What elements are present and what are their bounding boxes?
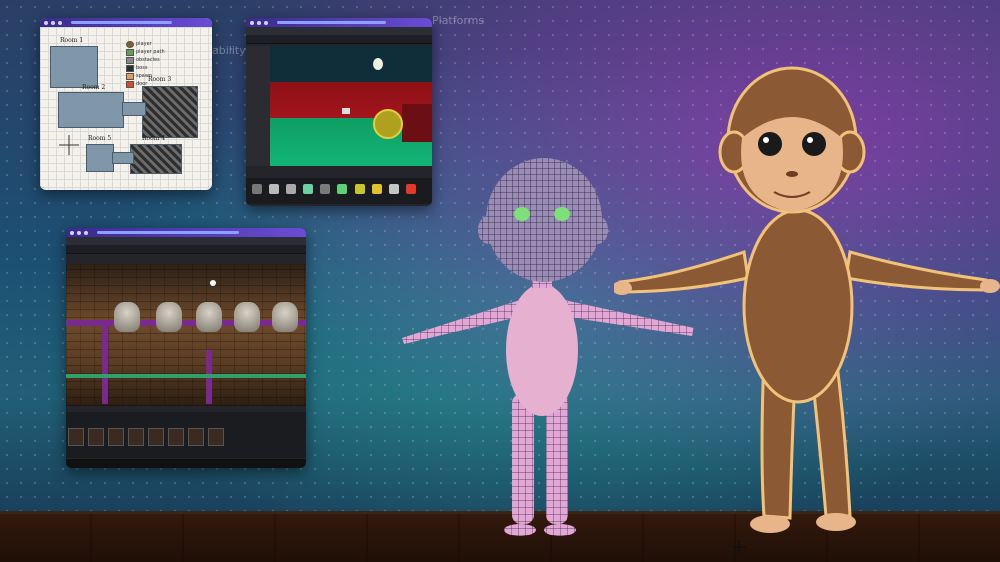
strip-header — [66, 412, 306, 424]
clip-thumb[interactable] — [128, 428, 144, 446]
bg-label-platforms: Platforms — [432, 14, 485, 27]
window-titlebar — [66, 228, 306, 237]
map-room-1-label: Room 1 — [60, 37, 84, 44]
map-room-5-label: Room 5 — [88, 135, 112, 142]
clip-thumb[interactable] — [148, 428, 164, 446]
legend-item: spawn — [126, 72, 208, 80]
compass-icon — [59, 135, 79, 155]
legend-swatch — [126, 56, 134, 64]
clip-thumb[interactable] — [108, 428, 124, 446]
scene-contents — [342, 58, 432, 142]
map-corridor-2 — [112, 152, 134, 164]
hierarchy-panel[interactable] — [246, 46, 270, 166]
stone-head — [196, 302, 222, 332]
legend-swatch — [126, 48, 134, 56]
legend-swatch — [126, 64, 134, 72]
crosshair-icon — [732, 540, 746, 554]
scene-viewport[interactable] — [66, 264, 306, 406]
map-corridor — [122, 102, 146, 116]
asset-thumb[interactable] — [303, 184, 314, 194]
asset-thumb[interactable] — [286, 184, 297, 194]
scene-viewport[interactable] — [270, 46, 432, 166]
window-titlebar — [246, 18, 432, 27]
green-shelf — [66, 374, 306, 378]
map-room-4 — [130, 144, 182, 174]
textured-monkey — [614, 66, 1000, 533]
legend-item: obstacles — [126, 56, 208, 64]
legend-swatch — [126, 40, 134, 48]
map-legend: player player path obstacles boss spawn … — [126, 40, 208, 88]
clip-thumb[interactable] — [188, 428, 204, 446]
beam-post — [102, 326, 108, 404]
editor-toolbar[interactable] — [246, 35, 432, 44]
map-room-5 — [86, 144, 114, 172]
clip-thumb[interactable] — [88, 428, 104, 446]
asset-thumb[interactable] — [269, 184, 280, 194]
editor-window-heads — [66, 228, 306, 468]
map-room-2 — [58, 92, 124, 128]
map-room-3 — [142, 86, 198, 138]
clip-thumb[interactable] — [168, 428, 184, 446]
legend-label: player path — [136, 49, 165, 55]
editor-statusbar — [66, 459, 306, 468]
legend-item: door — [126, 80, 208, 88]
editor-toolbar[interactable] — [66, 245, 306, 254]
legend-label: door — [136, 81, 148, 87]
legend-item: player — [126, 40, 208, 48]
legend-label: player — [136, 41, 152, 47]
legend-swatch — [126, 72, 134, 80]
legend-label: spawn — [136, 73, 153, 79]
legend-label: obstacles — [136, 57, 160, 63]
stone-head — [156, 302, 182, 332]
animation-clips-strip[interactable] — [66, 412, 306, 458]
map-room-4-label: Room 4 — [142, 135, 166, 142]
asset-thumb[interactable] — [337, 184, 348, 194]
map-room-1 — [50, 46, 98, 88]
bg-label-ability: ability — [212, 44, 246, 57]
editor-menubar[interactable] — [246, 27, 432, 35]
legend-swatch — [126, 80, 134, 88]
asset-thumb[interactable] — [354, 184, 365, 194]
asset-thumb[interactable] — [371, 184, 382, 194]
clip-thumb[interactable] — [68, 428, 84, 446]
window-titlebar — [40, 18, 212, 27]
legend-item: player path — [126, 48, 208, 56]
stone-head — [234, 302, 260, 332]
map-room-2-label: Room 2 — [82, 84, 106, 91]
asset-thumb[interactable] — [252, 184, 262, 194]
light-icon — [210, 280, 216, 286]
stone-head — [114, 302, 140, 332]
stone-head — [272, 302, 298, 332]
editor-menubar[interactable] — [66, 237, 306, 245]
legend-label: boss — [136, 65, 148, 71]
level-map-window: Room 1 Room 2 Room 3 Room 5 Room 4 playe… — [40, 18, 212, 190]
asset-thumb[interactable] — [320, 184, 331, 194]
clip-thumb[interactable] — [208, 428, 224, 446]
legend-item: boss — [126, 64, 208, 72]
